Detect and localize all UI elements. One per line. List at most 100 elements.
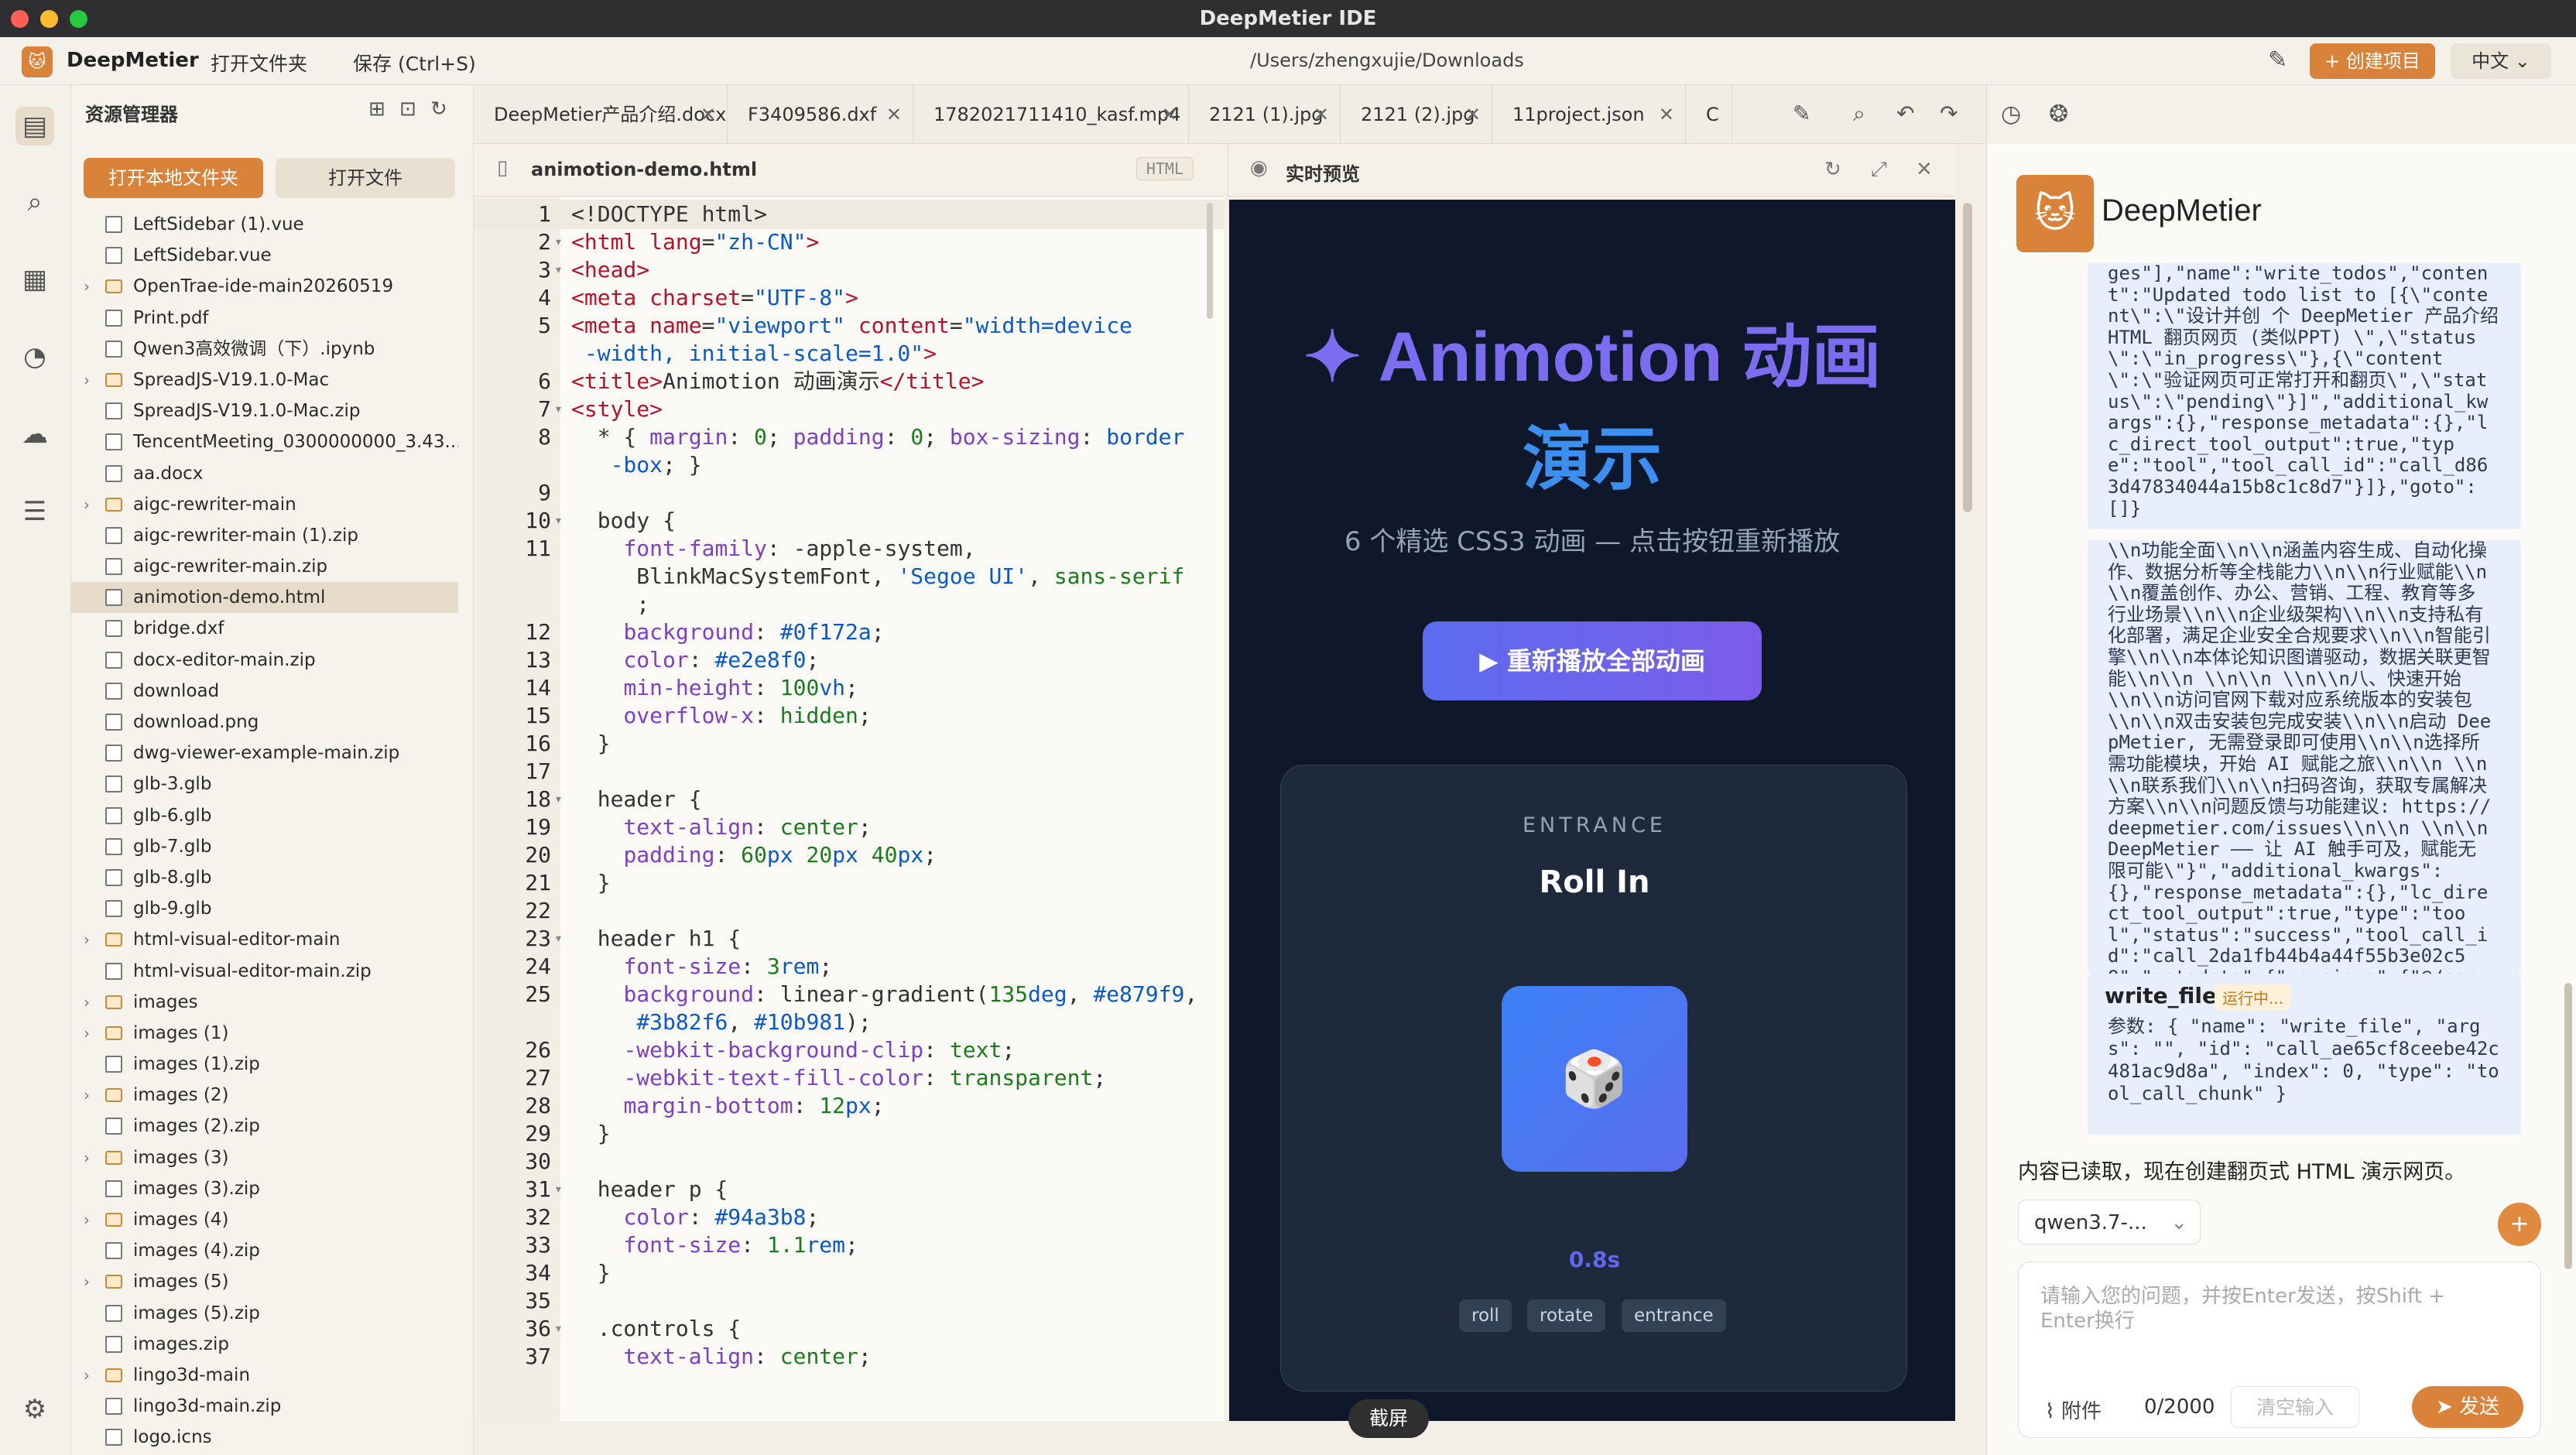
history-clock-icon[interactable]: ◷	[2001, 101, 2021, 128]
tree-file[interactable]: images.zip	[71, 1329, 458, 1360]
send-button[interactable]: ➤ 发送	[2412, 1386, 2523, 1428]
add-icon[interactable]: +	[2498, 1203, 2541, 1246]
chat-input-box[interactable]: 请输入您的问题，并按Enter发送，按Shift + Enter换行 ⌇ 附件 …	[2018, 1262, 2541, 1438]
tree-file[interactable]: Qwen3高效微调（下）.ipynb	[71, 334, 458, 365]
tree-folder[interactable]: › images (4)	[71, 1204, 458, 1235]
fullscreen-icon[interactable]: ⤢	[1871, 158, 1887, 182]
screenshot-button[interactable]: 截屏	[1348, 1399, 1429, 1438]
tree-file[interactable]: glb-6.glb	[71, 800, 458, 831]
code-scrollbar[interactable]	[1207, 203, 1213, 319]
create-project-button[interactable]: + 创建项目	[2310, 43, 2435, 79]
tree-file[interactable]: glb-8.glb	[71, 862, 458, 893]
editor-tab[interactable]: 11project.json ✕	[1492, 85, 1686, 144]
attach-button[interactable]: ⌇ 附件	[2045, 1395, 2102, 1424]
tree-folder[interactable]: › images (1)	[71, 1018, 458, 1049]
notes-icon[interactable]: ☰	[15, 492, 54, 531]
tree-folder[interactable]: › lingo3d-main	[71, 1360, 458, 1391]
tree-file[interactable]: aigc-rewriter-main.zip	[71, 551, 458, 582]
tree-file[interactable]: LeftSidebar.vue	[71, 240, 458, 271]
fold-arrow-icon[interactable]: ▾	[554, 228, 563, 257]
editor-tab[interactable]: C	[1686, 85, 1732, 144]
fold-arrow-icon[interactable]: ▾	[554, 785, 563, 814]
search-icon[interactable]: ⌕	[15, 183, 54, 221]
tree-file[interactable]: download.png	[71, 707, 458, 738]
tree-file[interactable]: Print.pdf	[71, 303, 458, 334]
fold-arrow-icon[interactable]: ▾	[554, 1175, 563, 1204]
close-tab-icon[interactable]: ✕	[1162, 85, 1177, 144]
tree-file[interactable]: aa.docx	[71, 458, 458, 489]
tree-file[interactable]: html-visual-editor-main.zip	[71, 956, 458, 987]
tree-folder[interactable]: › SpreadJS-V19.1.0-Mac	[71, 365, 458, 395]
tree-file[interactable]: lingo3d-main.zip	[71, 1391, 458, 1422]
replay-all-button[interactable]: ▶ 重新播放全部动画	[1423, 621, 1762, 700]
tree-folder[interactable]: › images (5)	[71, 1266, 458, 1297]
close-icon[interactable]: ✕	[1916, 158, 1933, 181]
tree-file[interactable]: aigc-rewriter-main (1).zip	[71, 520, 458, 551]
tree-folder[interactable]: › html-visual-editor-main	[71, 924, 458, 955]
tree-file[interactable]: dwg-viewer-example-main.zip	[71, 738, 458, 769]
tree-folder[interactable]: › images (3)	[71, 1142, 458, 1173]
assistant-scrollbar[interactable]	[2564, 983, 2572, 1269]
tree-file[interactable]: images (2).zip	[71, 1111, 458, 1142]
magic-wand-icon[interactable]: ✎	[1793, 101, 1810, 126]
tree-folder[interactable]: › aigc-rewriter-main	[71, 489, 458, 520]
fold-arrow-icon[interactable]: ▾	[554, 255, 563, 285]
tree-file[interactable]: images (5).zip	[71, 1298, 458, 1329]
tree-file[interactable]: glb-3.glb	[71, 769, 458, 799]
close-tab-icon[interactable]: ✕	[886, 85, 902, 144]
tree-file[interactable]: glb-9.glb	[71, 893, 458, 924]
tree-file[interactable]: download	[71, 676, 458, 707]
cloud-icon[interactable]: ☁	[15, 415, 54, 454]
extensions-icon[interactable]: ▦	[15, 260, 54, 299]
editor-tab[interactable]: DeepMetier产品介绍.docx ✕	[474, 85, 728, 144]
tree-file[interactable]: SpreadJS-V19.1.0-Mac.zip	[71, 395, 458, 426]
tree-file[interactable]: animotion-demo.html	[71, 582, 458, 614]
fold-arrow-icon[interactable]: ▾	[554, 506, 563, 536]
tree-file[interactable]: glb-7.glb	[71, 831, 458, 862]
editor-tab[interactable]: 1782021711410_kasf.mp4 ✕	[913, 85, 1189, 144]
fold-arrow-icon[interactable]: ▾	[554, 1314, 563, 1344]
new-file-icon[interactable]: ⊞	[368, 98, 385, 121]
fold-arrow-icon[interactable]: ▾	[554, 924, 563, 953]
model-select[interactable]: qwen3.7-... ⌄	[2018, 1200, 2201, 1244]
open-folder-menu[interactable]: 打开文件夹	[211, 49, 307, 77]
refresh-icon[interactable]: ↻	[430, 98, 447, 121]
settings-gear-icon[interactable]: ⚙	[15, 1390, 54, 1429]
minimize-window-button[interactable]	[40, 10, 58, 28]
tree-file[interactable]: images (3).zip	[71, 1173, 458, 1204]
editor-tab[interactable]: 2121 (1).jpg ✕	[1189, 85, 1341, 144]
tree-file[interactable]: logo.icns	[71, 1422, 458, 1453]
language-select[interactable]: 中文 ⌄	[2451, 43, 2551, 79]
close-window-button[interactable]	[11, 10, 29, 28]
undo-icon[interactable]: ↶	[1896, 101, 1914, 126]
close-tab-icon[interactable]: ✕	[701, 85, 716, 144]
model-network-icon[interactable]: ❂	[2049, 101, 2068, 128]
editor-tab[interactable]: 2121 (2).jpg ✕	[1341, 85, 1492, 144]
tree-folder[interactable]: › images	[71, 987, 458, 1018]
chat-icon[interactable]: ◔	[15, 337, 54, 376]
open-local-folder-button[interactable]: 打开本地文件夹	[84, 158, 263, 198]
new-folder-icon[interactable]: ⊡	[399, 98, 416, 121]
close-tab-icon[interactable]: ✕	[1314, 85, 1329, 144]
fold-arrow-icon[interactable]: ▾	[554, 395, 563, 424]
open-file-button[interactable]: 打开文件	[276, 158, 455, 198]
code-editor[interactable]: 1 <!DOCTYPE html> 2 ▾ <html lang="zh-CN"> 3 ▾ <…	[474, 197, 1225, 1421]
clear-input-button[interactable]: 清空输入	[2231, 1386, 2359, 1428]
close-tab-icon[interactable]: ✕	[1465, 85, 1481, 144]
redo-icon[interactable]: ↷	[1940, 101, 1958, 126]
editor-tab[interactable]: F3409586.dxf ✕	[728, 85, 913, 144]
tree-folder[interactable]: › images (2)	[71, 1080, 458, 1111]
tree-folder[interactable]: › OpenTrae-ide-main20260519	[71, 271, 458, 302]
maximize-window-button[interactable]	[70, 10, 87, 28]
files-icon[interactable]: ▤	[15, 107, 54, 146]
tree-file[interactable]: TencentMeeting_0300000000_3.43....	[71, 426, 458, 457]
save-menu[interactable]: 保存 (Ctrl+S)	[353, 49, 476, 77]
tree-file[interactable]: docx-editor-main.zip	[71, 645, 458, 676]
close-tab-icon[interactable]: ✕	[1659, 85, 1674, 144]
tree-file[interactable]: images (4).zip	[71, 1235, 458, 1266]
tree-file[interactable]: images (1).zip	[71, 1049, 458, 1080]
refresh-icon[interactable]: ↻	[1824, 158, 1841, 181]
preview-scrollbar[interactable]	[1963, 203, 1972, 512]
magic-wand-icon[interactable]: ✎	[2268, 46, 2287, 74]
search-icon[interactable]: ⌕	[1853, 101, 1865, 127]
